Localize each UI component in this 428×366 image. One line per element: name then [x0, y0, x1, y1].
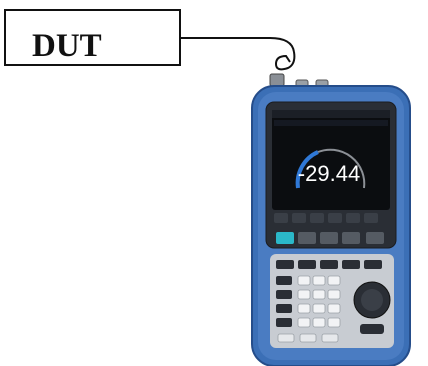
keypad-bottom-row	[277, 333, 339, 343]
handheld-instrument	[251, 85, 411, 366]
reading-value: -29.44	[298, 161, 360, 186]
cable-line	[181, 37, 296, 71]
diagram-canvas: -29.44	[181, 37, 411, 366]
keypad-top-row	[276, 260, 382, 269]
function-keys	[276, 232, 384, 244]
